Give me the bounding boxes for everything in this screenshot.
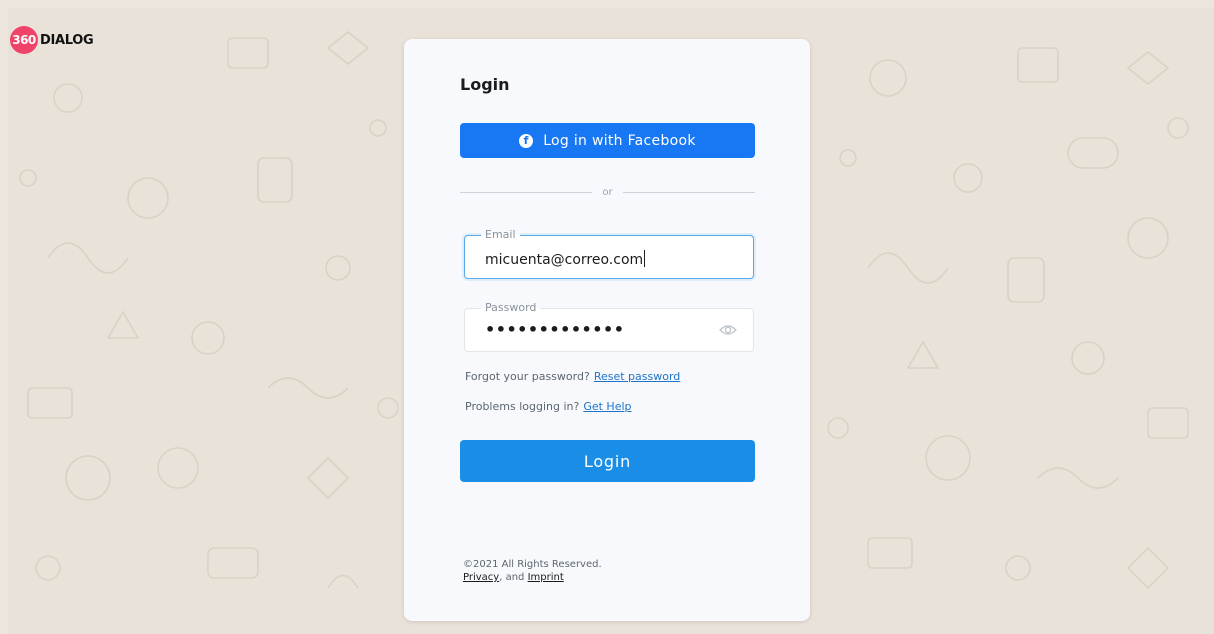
email-label: Email	[481, 228, 520, 242]
facebook-login-label: Log in with Facebook	[543, 132, 696, 149]
imprint-link[interactable]: Imprint	[528, 572, 564, 583]
password-value[interactable]: •••••••••••••	[485, 320, 624, 339]
problems-prompt: Problems logging in?	[465, 400, 580, 413]
password-field[interactable]: Password •••••••••••••	[464, 301, 754, 352]
brand-mark: 360	[10, 26, 38, 54]
privacy-link[interactable]: Privacy	[463, 572, 499, 583]
facebook-icon: f	[519, 133, 534, 148]
reset-password-link[interactable]: Reset password	[594, 370, 680, 383]
forgot-password-prompt: Forgot your password?	[465, 370, 590, 383]
login-button[interactable]: Login	[460, 440, 755, 482]
forgot-password-line: Forgot your password? Reset password	[465, 370, 680, 383]
brand-name: DIALOG	[40, 32, 94, 48]
text-caret	[644, 250, 646, 267]
problems-line: Problems logging in? Get Help	[465, 400, 632, 413]
email-text: micuenta@correo.com	[485, 252, 644, 268]
login-card: Login f Log in with Facebook or Email mi…	[404, 39, 810, 621]
get-help-link[interactable]: Get Help	[583, 400, 631, 413]
page-title: Login	[460, 75, 510, 94]
or-divider: or	[460, 185, 756, 199]
eye-icon[interactable]	[719, 323, 737, 337]
footer-separator: , and	[499, 572, 525, 583]
divider-line-right	[622, 191, 756, 193]
footer: ©2021 All Rights Reserved. Privacy, and …	[463, 558, 602, 584]
footer-links: Privacy, and Imprint	[463, 571, 602, 584]
facebook-login-button[interactable]: f Log in with Facebook	[460, 123, 755, 158]
brand-logo: 360 DIALOG	[10, 26, 94, 54]
email-field[interactable]: Email micuenta@correo.com	[464, 228, 754, 279]
copyright-text: ©2021 All Rights Reserved.	[463, 559, 602, 570]
email-value[interactable]: micuenta@correo.com	[485, 250, 646, 268]
divider-text: or	[602, 186, 613, 198]
password-label: Password	[481, 301, 541, 315]
divider-line-left	[460, 191, 593, 193]
